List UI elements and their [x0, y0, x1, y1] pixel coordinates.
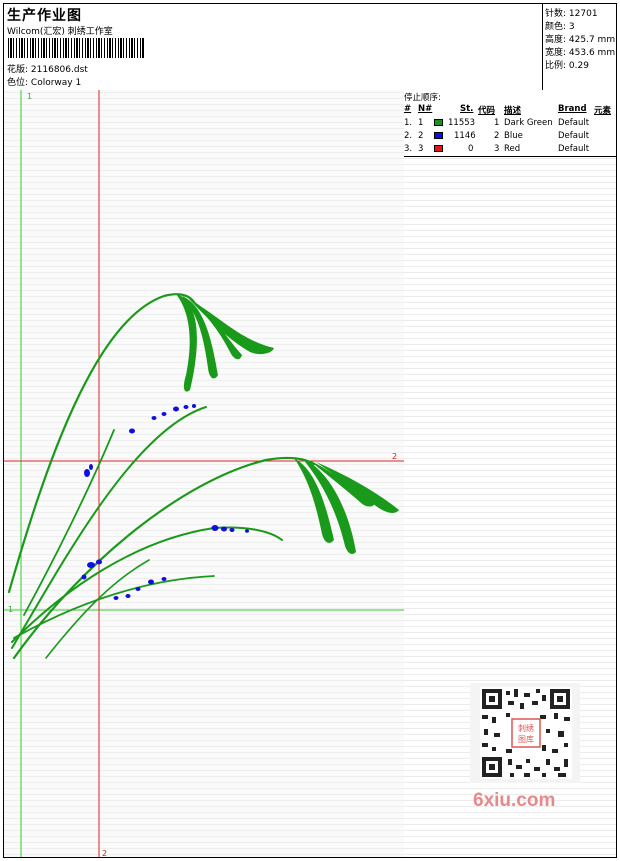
design-height: 高度: 425.7 mm	[545, 35, 616, 45]
blue-flower-buds	[81, 404, 249, 600]
colorway-line: 色位: Colorway 1	[7, 75, 81, 88]
stitch-count: 针数: 12701	[545, 9, 598, 19]
design-file-line: 花版: 2116806.dst	[7, 62, 88, 75]
barcode	[8, 38, 144, 58]
marker-1-left: 1	[8, 605, 13, 614]
col-index: #	[404, 104, 412, 114]
color-swatch	[434, 145, 443, 152]
col-element: 元素	[594, 106, 612, 116]
color-swatch	[434, 132, 443, 139]
stop-sequence-table: 停止顺序: # N# St. 代码 描述 Brand 元素 1. 1 11553…	[404, 90, 616, 157]
design-file-label: 花版:	[7, 65, 29, 75]
upper-plant	[7, 293, 207, 649]
embroidery-preview: 1 1 2 2	[4, 90, 404, 857]
design-scale: 比例: 0.29	[545, 61, 589, 71]
marker-2-bottom: 2	[102, 849, 107, 857]
col-description: 描述	[504, 106, 522, 116]
col-brand: Brand	[558, 104, 587, 114]
lower-leaves	[294, 458, 399, 554]
col-code: 代码	[478, 106, 496, 116]
company-name: Wilcom(汇宏) 刺绣工作室	[7, 27, 113, 37]
worksheet-header: 生产作业图 Wilcom(汇宏) 刺绣工作室 花版: 2116806.dst 色…	[4, 4, 616, 91]
upper-leaves	[176, 294, 274, 392]
design-stats: 针数: 12701 颜色: 3 高度: 425.7 mm 宽度: 453.6 m…	[542, 4, 617, 90]
colorway-value: Colorway 1	[30, 78, 82, 88]
color-swatch	[434, 119, 443, 126]
lower-plant	[11, 456, 316, 660]
color-count: 颜色: 3	[545, 22, 575, 32]
colorway-label: 色位:	[7, 78, 29, 88]
qr-code-watermark: 刺绣 图库	[470, 683, 580, 783]
marker-1-top: 1	[27, 92, 32, 101]
col-stitches: St.	[460, 104, 474, 114]
design-preview-canvas: 1 1 2 2	[4, 90, 405, 857]
svg-text:刺绣: 刺绣	[518, 723, 534, 733]
qr-code-icon: 刺绣 图库	[480, 687, 572, 779]
col-needle: N#	[418, 104, 433, 114]
marker-2-right: 2	[392, 452, 397, 461]
worksheet-title: 生产作业图	[7, 8, 82, 24]
stop-sequence-label: 停止顺序:	[404, 93, 441, 103]
site-watermark: 6xiu.com	[473, 790, 556, 811]
design-file-value: 2116806.dst	[30, 65, 88, 75]
svg-text:图库: 图库	[518, 734, 534, 744]
design-width: 宽度: 453.6 mm	[545, 48, 616, 58]
